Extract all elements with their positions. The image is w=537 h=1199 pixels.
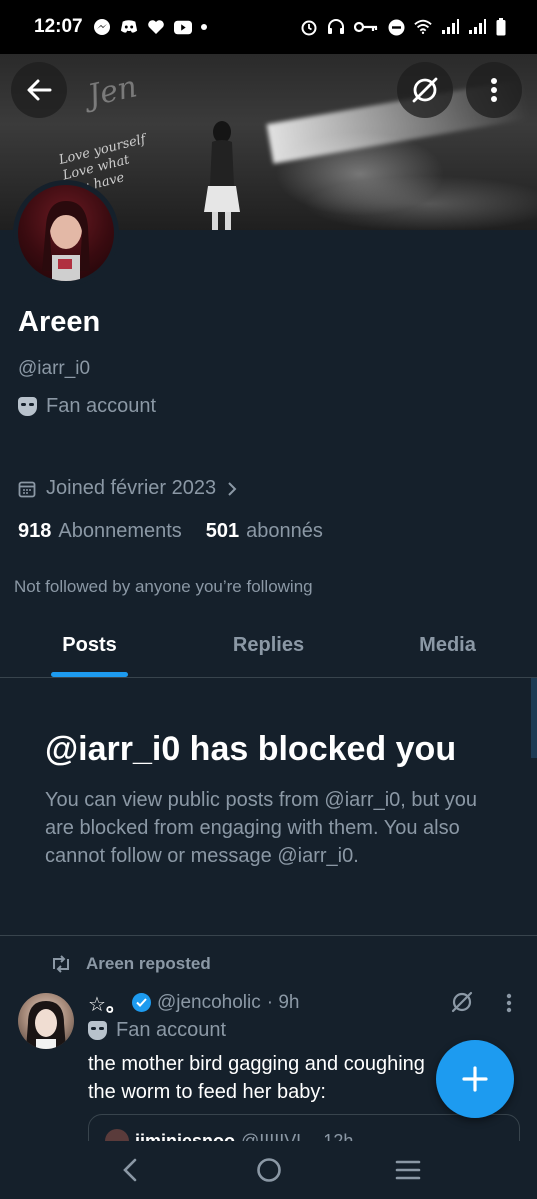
notification-icons — [93, 18, 207, 36]
blocked-title: @iarr_i0 has blocked you — [45, 730, 457, 768]
blocked-status-button[interactable] — [397, 62, 453, 118]
nav-back-icon — [122, 1158, 136, 1182]
nav-back-button[interactable] — [105, 1145, 155, 1195]
dot-icon — [200, 24, 207, 30]
discord-icon — [120, 18, 138, 36]
avatar-image — [18, 185, 114, 281]
signal-icon — [468, 18, 486, 36]
status-time: 12:07 — [34, 16, 83, 37]
following-label: Abonnements — [58, 520, 182, 542]
more-vertical-icon — [506, 993, 512, 1013]
tweet-text: the mother bird gagging and coughing the… — [88, 1053, 425, 1103]
nav-home-button[interactable] — [244, 1145, 294, 1195]
blocked-description: You can view public posts from @iarr_i0,… — [45, 789, 478, 867]
profile-avatar[interactable] — [13, 180, 119, 286]
repost-icon — [53, 955, 69, 973]
system-nav-bar — [0, 1141, 537, 1199]
tweet-display-name[interactable]: ☆。 — [88, 988, 126, 1017]
tweet-grok-button[interactable] — [450, 990, 476, 1016]
heart-icon — [147, 18, 165, 36]
more-options-button[interactable] — [466, 62, 522, 118]
circle-slash-icon — [451, 991, 473, 1013]
joined-date: Joined février 2023 — [46, 477, 217, 499]
mutual-followers-text: Not followed by anyone you’re following — [14, 577, 313, 596]
follow-counts: 918 Abonnements 501 abonnés — [18, 520, 323, 543]
back-button[interactable] — [11, 62, 67, 118]
system-icons — [300, 18, 507, 36]
profile-bio: Fan account — [18, 395, 156, 418]
followers-label: abonnés — [246, 520, 323, 542]
nav-recents-button[interactable] — [383, 1145, 433, 1195]
compose-button[interactable] — [436, 1040, 514, 1118]
profile-handle: @iarr_i0 — [18, 358, 91, 379]
alarm-icon — [300, 18, 318, 36]
banner-signature: Jen — [84, 69, 141, 114]
scrollbar[interactable] — [531, 678, 537, 758]
tweet-author-bio-text: Fan account — [116, 1019, 227, 1041]
tweet-header: ☆。 @jencoholic · 9h — [88, 988, 299, 1017]
messenger-icon — [93, 18, 111, 36]
active-tab-indicator — [51, 672, 128, 677]
signal-icon — [441, 18, 459, 36]
tab-media[interactable]: Media — [358, 620, 537, 677]
headphones-icon — [327, 18, 345, 36]
verified-badge-icon — [131, 993, 151, 1012]
theater-mask-icon — [88, 1021, 107, 1040]
theater-mask-icon — [18, 397, 37, 416]
nav-recents-icon — [395, 1160, 420, 1180]
tweet-author-bio: Fan account — [88, 1019, 226, 1042]
following-count: 918 — [18, 520, 52, 542]
divider — [0, 935, 537, 936]
profile-name: Areen — [18, 306, 101, 338]
profile-tabs: Posts Replies Media — [0, 620, 537, 678]
followers-link[interactable]: 501 abonnés — [206, 520, 323, 543]
plus-icon — [462, 1066, 488, 1092]
key-icon — [354, 18, 378, 36]
tweet-handle[interactable]: @jencoholic — [157, 992, 261, 1014]
profile-bio-text: Fan account — [46, 395, 157, 417]
calendar-icon — [18, 481, 36, 497]
circle-slash-icon — [412, 77, 438, 103]
followers-count: 501 — [205, 520, 240, 542]
chevron-right-icon — [228, 481, 237, 496]
status-bar: 12:07 — [0, 0, 537, 54]
tweet-author-avatar[interactable] — [18, 993, 74, 1049]
following-link[interactable]: 918 Abonnements — [18, 520, 182, 543]
youtube-icon — [173, 18, 192, 36]
arrow-left-icon — [27, 79, 52, 101]
tab-replies[interactable]: Replies — [179, 620, 358, 677]
nav-home-icon — [256, 1158, 281, 1182]
more-vertical-icon — [491, 78, 497, 102]
banner-performer — [204, 121, 240, 230]
joined-date-row[interactable]: Joined février 2023 — [18, 477, 238, 500]
repost-label: Areen reposted — [86, 954, 211, 973]
repost-indicator: Areen reposted — [50, 954, 211, 974]
do-not-disturb-icon — [387, 18, 405, 36]
battery-icon — [495, 18, 507, 36]
tweet-time: · 9h — [266, 991, 300, 1013]
tab-posts[interactable]: Posts — [0, 620, 179, 677]
tweet-more-button[interactable] — [500, 992, 518, 1016]
wifi-icon — [414, 18, 432, 36]
